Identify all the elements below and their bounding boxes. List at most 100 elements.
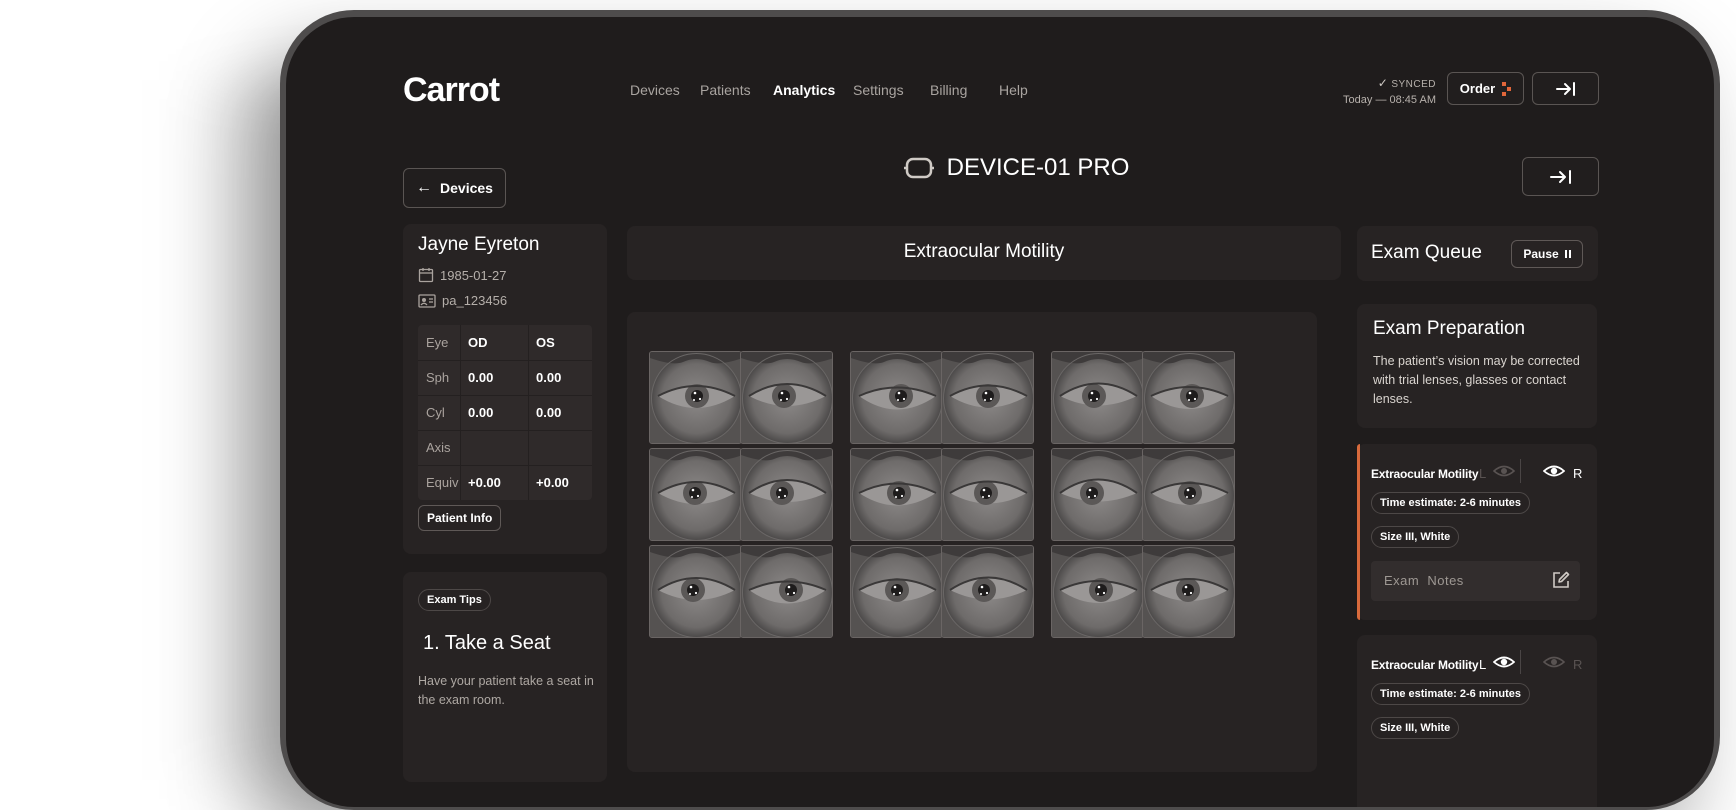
- eye-image-thumbnail[interactable]: [740, 448, 833, 541]
- exam-tips-panel: Exam Tips 1. Take a Seat Have your patie…: [403, 572, 607, 782]
- rx-label: Axis: [426, 440, 451, 455]
- eye-image-thumbnail[interactable]: [649, 545, 742, 638]
- eye-image-thumbnail[interactable]: [941, 351, 1034, 444]
- eye-image-thumbnail[interactable]: [941, 545, 1034, 638]
- eye-image-thumbnail[interactable]: [1142, 351, 1235, 444]
- eye-image-thumbnail[interactable]: [1051, 448, 1144, 541]
- eye-image-thumbnail[interactable]: [850, 545, 943, 638]
- eye-photo: [741, 546, 832, 637]
- eye-image-thumbnail[interactable]: [649, 448, 742, 541]
- arrow-to-line-icon: [1555, 81, 1575, 96]
- tips-title: 1. Take a Seat: [423, 632, 551, 654]
- eye-image-thumbnail[interactable]: [850, 448, 943, 541]
- nav-settings[interactable]: Settings: [853, 82, 904, 98]
- nav-help[interactable]: Help: [999, 82, 1028, 98]
- eye-photo: [650, 449, 741, 540]
- collapse-button[interactable]: [1522, 157, 1599, 196]
- order-button[interactable]: Order: [1447, 72, 1524, 105]
- eye-image-thumbnail[interactable]: [740, 545, 833, 638]
- prep-title: Exam Preparation: [1373, 318, 1526, 339]
- rx-header-os: OS: [536, 335, 555, 350]
- table-row: Cyl 0.00 0.00: [418, 395, 592, 429]
- eye-photo: [851, 352, 942, 443]
- patient-dob: 1985-01-27: [440, 267, 507, 283]
- prep-body: The patient’s vision may be corrected wi…: [1373, 354, 1580, 406]
- eye-photo: [1143, 352, 1234, 443]
- patient-info-button[interactable]: Patient Info: [418, 505, 502, 531]
- eye-photo: [942, 546, 1033, 637]
- rx-os-value: +0.00: [536, 475, 569, 490]
- rx-od-value: +0.00: [468, 475, 501, 490]
- eye-photo: [942, 449, 1033, 540]
- eye-photo: [1143, 546, 1234, 637]
- exam-card-active[interactable]: Extraocular Motility L R Time estimate: …: [1357, 444, 1597, 620]
- patient-id: pa_123456: [442, 293, 508, 308]
- eye-image-thumbnail[interactable]: [649, 351, 742, 444]
- prescription-table: Eye OD OS Sph 0.00 0.00 Cyl 0.00 0.00 Ax…: [418, 325, 592, 500]
- app-screen: Carrot Devices Patients Analytics Settin…: [286, 17, 1714, 807]
- eye-image-gallery: [627, 312, 1317, 772]
- eye-photo: [1052, 546, 1143, 637]
- eye-icon[interactable]: [1493, 463, 1515, 479]
- rx-od-value: 0.00: [468, 370, 494, 385]
- eye-image-thumbnail[interactable]: [1051, 351, 1144, 444]
- pause-label: Pause: [1523, 247, 1559, 261]
- patient-dob-row: 1985-01-27: [418, 267, 507, 283]
- arrow-left-icon: ←: [416, 179, 433, 196]
- pause-button[interactable]: Pause: [1511, 240, 1583, 268]
- rx-label: Sph: [426, 370, 450, 385]
- sync-status: SYNCED: [1391, 79, 1436, 90]
- stimulus-size-chip: Size III, White: [1371, 717, 1460, 739]
- rx-header-eye: Eye: [426, 335, 449, 350]
- eye-photo: [1143, 449, 1234, 540]
- eye-photo: [1052, 352, 1143, 443]
- nav-devices[interactable]: Devices: [630, 82, 680, 98]
- eye-image-thumbnail[interactable]: [1142, 448, 1235, 541]
- exam-tips-chip: Exam Tips: [418, 589, 491, 611]
- nav-patients[interactable]: Patients: [700, 82, 751, 98]
- eye-icon[interactable]: [1493, 654, 1515, 670]
- eye-photo: [741, 352, 832, 443]
- check-icon: ✓: [1377, 76, 1389, 90]
- eye-image-thumbnail[interactable]: [850, 351, 943, 444]
- edit-icon[interactable]: [1551, 570, 1571, 590]
- back-label: Devices: [440, 180, 493, 196]
- eye-image-thumbnail[interactable]: [941, 448, 1034, 541]
- order-label: Order: [1459, 81, 1496, 96]
- left-eye-label: L: [1479, 657, 1487, 672]
- right-eye-label: R: [1573, 657, 1583, 672]
- eye-icon[interactable]: [1543, 463, 1565, 479]
- table-row: Eye OD OS: [418, 325, 592, 359]
- left-eye-label: L: [1479, 466, 1487, 481]
- exam-card-label: Extraocular Motility: [1371, 467, 1479, 481]
- id-card-icon: [418, 293, 436, 308]
- exam-card[interactable]: Extraocular Motility L R Time estimate: …: [1357, 635, 1597, 807]
- order-logo-icon: [1502, 81, 1512, 96]
- rx-od-value: 0.00: [468, 405, 494, 420]
- eye-image-thumbnail[interactable]: [740, 351, 833, 444]
- eye-photo: [741, 449, 832, 540]
- nav-billing[interactable]: Billing: [930, 82, 967, 98]
- back-button[interactable]: ← Devices: [403, 168, 506, 208]
- eye-photo: [851, 546, 942, 637]
- eye-image-thumbnail[interactable]: [1051, 545, 1144, 638]
- device-name: DEVICE-01 PRO: [946, 154, 1130, 181]
- exam-queue-title: Exam Queue: [1371, 242, 1482, 263]
- pause-icon: [1564, 250, 1571, 258]
- collapse-button-top[interactable]: [1532, 72, 1599, 105]
- calendar-icon: [418, 268, 434, 283]
- table-row: Axis: [418, 430, 592, 464]
- exam-queue-header: Exam Queue Pause: [1357, 226, 1598, 281]
- eye-image-thumbnail[interactable]: [1142, 545, 1235, 638]
- eye-photo: [650, 352, 741, 443]
- exam-notes-field[interactable]: Exam Notes: [1371, 561, 1580, 601]
- device-title: DEVICE-01 PRO: [806, 154, 1226, 182]
- rx-label: Equiv: [426, 475, 459, 490]
- eye-icon[interactable]: [1543, 654, 1565, 670]
- exam-header: Extraocular Motility: [627, 226, 1341, 280]
- nav-analytics[interactable]: Analytics: [773, 82, 835, 98]
- time-estimate-chip: Time estimate: 2-6 minutes: [1371, 492, 1531, 514]
- eye-photo: [851, 449, 942, 540]
- stimulus-size-chip: Size III, White: [1371, 526, 1460, 548]
- rx-os-value: 0.00: [536, 405, 562, 420]
